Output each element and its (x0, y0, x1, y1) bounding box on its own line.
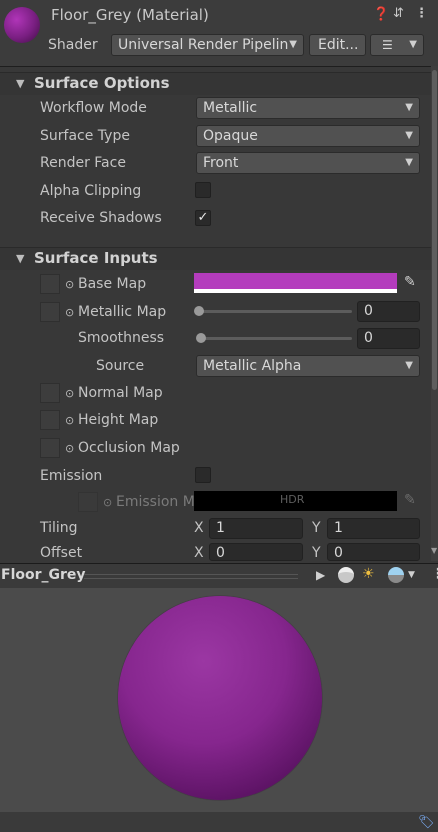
foldout-arrow-icon: ▼ (16, 252, 25, 265)
preview-drag-handle[interactable] (84, 574, 298, 579)
texture-picker-icon[interactable]: ⊙ (103, 496, 112, 509)
emission-label: Emission (40, 468, 103, 484)
help-icon[interactable]: ❓ (373, 7, 389, 22)
light-icon[interactable]: ☀ (362, 566, 375, 582)
texture-picker-icon[interactable]: ⊙ (65, 414, 74, 427)
source-dropdown[interactable]: Metallic Alpha ▼ (196, 355, 420, 377)
normal-map-label: Normal Map (78, 385, 163, 401)
surface-options-header[interactable]: ▼ Surface Options (0, 72, 431, 95)
offset-x-label: X (194, 545, 204, 561)
tiling-y-field[interactable]: 1 (327, 518, 420, 539)
environment-icon[interactable] (388, 567, 404, 583)
metallic-slider-knob[interactable] (194, 306, 204, 316)
scroll-down-arrow-icon[interactable]: ▼ (431, 546, 437, 555)
preview-sphere[interactable] (118, 596, 322, 800)
surface-type-label: Surface Type (40, 128, 130, 144)
smoothness-value-field[interactable]: 0 (357, 328, 420, 349)
texture-picker-icon[interactable]: ⊙ (65, 306, 74, 319)
list-icon: ☰ (382, 38, 393, 52)
alpha-clipping-label: Alpha Clipping (40, 183, 142, 199)
workflow-mode-dropdown[interactable]: Metallic ▼ (196, 97, 420, 119)
foldout-arrow-icon: ▼ (16, 77, 25, 90)
offset-label: Offset (40, 545, 83, 561)
smoothness-slider-track[interactable] (198, 337, 352, 340)
mesh-sphere-icon[interactable] (338, 567, 354, 583)
chevron-down-icon: ▼ (405, 102, 413, 113)
material-thumbnail (4, 7, 40, 43)
eyedropper-icon[interactable]: ✎ (404, 492, 416, 508)
surface-type-dropdown[interactable]: Opaque ▼ (196, 125, 420, 147)
metallic-map-texture-slot[interactable] (40, 302, 60, 322)
texture-picker-icon[interactable]: ⊙ (65, 278, 74, 291)
base-map-texture-slot[interactable] (40, 274, 60, 294)
chevron-down-icon: ▼ (409, 39, 417, 50)
base-map-label: Base Map (78, 276, 147, 292)
tiling-x-label: X (194, 520, 204, 536)
chevron-down-icon: ▼ (405, 360, 413, 371)
texture-picker-icon[interactable]: ⊙ (65, 387, 74, 400)
emission-map-label: Emission M (116, 494, 194, 510)
settings-sliders-icon[interactable]: ⇵ (393, 6, 404, 21)
kebab-menu-icon[interactable]: ⋮ (415, 6, 428, 21)
base-map-color-swatch[interactable] (194, 273, 397, 293)
occlusion-map-label: Occlusion Map (78, 440, 180, 456)
tiling-label: Tiling (40, 520, 78, 536)
workflow-mode-label: Workflow Mode (40, 100, 147, 116)
receive-shadows-label: Receive Shadows (40, 210, 162, 226)
offset-x-field[interactable]: 0 (209, 543, 303, 561)
material-title: Floor_Grey (Material) (51, 6, 209, 24)
emission-checkbox[interactable] (195, 467, 211, 483)
edit-shader-button[interactable]: Edit... (309, 34, 366, 56)
texture-picker-icon[interactable]: ⊙ (65, 442, 74, 455)
smoothness-slider-knob[interactable] (196, 333, 206, 343)
play-icon[interactable]: ▶ (316, 568, 325, 582)
preview-toolbar: Floor_Grey ▶ ☀ ▼ ⋮ (0, 563, 438, 589)
shader-dropdown[interactable]: Universal Render Pipelin ▼ (111, 34, 304, 56)
shader-options-button[interactable]: ☰ ▼ (370, 34, 424, 56)
kebab-menu-icon[interactable]: ⋮ (431, 566, 438, 582)
metallic-value-field[interactable]: 0 (357, 301, 420, 322)
preview-footer (0, 812, 438, 832)
emission-color-swatch[interactable]: HDR (194, 491, 397, 511)
occlusion-map-texture-slot[interactable] (40, 438, 60, 458)
height-map-label: Height Map (78, 412, 159, 428)
preview-title: Floor_Grey (1, 567, 86, 583)
metallic-map-label: Metallic Map (78, 304, 167, 320)
scrollbar-thumb[interactable] (432, 70, 437, 390)
normal-map-texture-slot[interactable] (40, 383, 60, 403)
alpha-clipping-checkbox[interactable] (195, 182, 211, 198)
chevron-down-icon: ▼ (289, 39, 297, 50)
smoothness-label: Smoothness (78, 330, 165, 346)
material-header: Floor_Grey (Material) ❓ ⇵ ⋮ Shader Unive… (0, 0, 438, 67)
render-face-label: Render Face (40, 155, 126, 171)
render-face-dropdown[interactable]: Front ▼ (196, 152, 420, 174)
metallic-slider-track[interactable] (198, 310, 352, 313)
offset-y-field[interactable]: 0 (327, 543, 420, 561)
emission-map-texture-slot[interactable] (78, 492, 98, 512)
receive-shadows-checkbox[interactable]: ✓ (195, 210, 211, 226)
height-map-texture-slot[interactable] (40, 410, 60, 430)
chevron-down-icon: ▼ (405, 130, 413, 141)
chevron-down-icon: ▼ (405, 157, 413, 168)
asset-label-icon[interactable]: 🏷 (418, 815, 435, 830)
source-label: Source (96, 358, 145, 374)
chevron-down-icon[interactable]: ▼ (408, 570, 415, 580)
eyedropper-icon[interactable]: ✎ (404, 274, 416, 290)
surface-inputs-header[interactable]: ▼ Surface Inputs (0, 247, 431, 270)
tiling-y-label: Y (312, 520, 321, 536)
hdr-label: HDR (280, 493, 305, 506)
tiling-x-field[interactable]: 1 (209, 518, 303, 539)
offset-y-label: Y (312, 545, 321, 561)
shader-label: Shader (48, 37, 98, 53)
